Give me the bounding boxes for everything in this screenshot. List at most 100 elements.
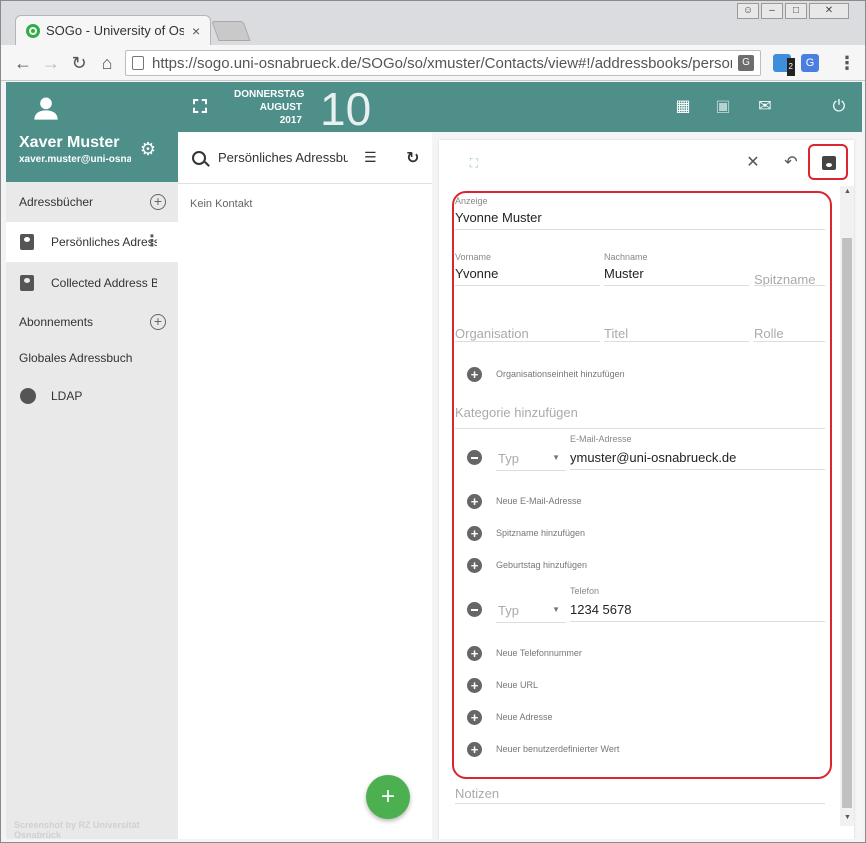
translate-icon[interactable]: G xyxy=(738,55,754,71)
sogo-app: Xaver Muster xaver.muster@uni-osnabrueck… xyxy=(6,82,862,839)
scrollbar-thumb[interactable] xyxy=(842,238,852,808)
field-underline xyxy=(455,285,600,286)
add-email-label: Neue E-Mail-Adresse xyxy=(496,496,582,506)
field-value: Muster xyxy=(604,266,644,281)
fullscreen-icon[interactable] xyxy=(193,99,207,113)
email-type-select[interactable]: Typ ▼ xyxy=(496,443,566,471)
add-custom-value-button[interactable]: + Neuer benutzerdefinierter Wert xyxy=(467,739,619,759)
save-highlight xyxy=(808,144,848,180)
tab-close-icon[interactable]: × xyxy=(192,23,200,39)
address-bar[interactable]: https://sogo.uni-osnabrueck.de/SOGo/so/x… xyxy=(125,50,761,76)
field-underline xyxy=(604,285,749,286)
field-placeholder: Kategorie hinzufügen xyxy=(455,405,578,420)
add-circle-icon: + xyxy=(467,493,482,509)
new-tab-button[interactable] xyxy=(211,21,251,41)
scroll-up-icon[interactable]: ▲ xyxy=(844,188,851,195)
sidebar-item-label: Persönliches Adressbuch xyxy=(51,235,157,249)
add-orgunit-label: Organisationseinheit hinzufügen xyxy=(496,369,625,379)
close-window-button[interactable]: ✕ xyxy=(809,3,849,19)
search-icon[interactable] xyxy=(192,150,206,165)
scroll-down-icon[interactable]: ▼ xyxy=(844,814,851,821)
sidebar-item-personal-addressbook[interactable]: Persönliches Adressbuch ⋮ xyxy=(6,222,178,262)
field-underline xyxy=(570,469,825,470)
addressbooks-section: Adressbücher + xyxy=(6,182,178,222)
expand-icon[interactable]: ⛶ xyxy=(465,154,483,172)
field-placeholder: Titel xyxy=(604,326,629,341)
sogo-favicon-icon xyxy=(26,23,40,38)
title-field[interactable]: Titel xyxy=(604,306,749,342)
user-name: Xaver Muster xyxy=(19,134,120,151)
add-orgunit-button[interactable]: + Organisationseinheit hinzufügen xyxy=(467,364,625,384)
calendar-icon[interactable]: ▦ xyxy=(674,98,692,116)
url-text: https://sogo.uni-osnabrueck.de/SOGo/so/x… xyxy=(152,54,732,72)
firstname-field[interactable]: Vorname Yvonne xyxy=(455,252,600,286)
sidebar-item-label: Collected Address Book xyxy=(51,276,157,290)
undo-icon[interactable]: ↶ xyxy=(782,154,800,172)
type-placeholder: Typ xyxy=(498,451,519,466)
display-name-field[interactable]: Anzeige Yvonne Muster xyxy=(455,196,825,230)
refresh-icon[interactable]: ↻ xyxy=(406,148,419,168)
extension-ghost-icon[interactable]: 2 xyxy=(773,54,795,76)
settings-gear-icon[interactable]: ⚙ xyxy=(138,139,158,159)
phone-type-select[interactable]: Typ ▼ xyxy=(496,595,566,623)
dropdown-arrow-icon: ▼ xyxy=(552,605,560,614)
app-topbar: DONNERSTAG AUGUST 2017 10 ▦ ▣ ✉ ⏻ xyxy=(178,82,862,135)
phone-field[interactable]: Telefon 1234 5678 xyxy=(570,586,825,622)
power-icon[interactable]: ⏻ xyxy=(830,98,848,116)
add-url-label: Neue URL xyxy=(496,680,539,690)
window-controls: ☺ – □ ✕ xyxy=(737,3,849,19)
add-phone-button[interactable]: + Neue Telefonnummer xyxy=(467,643,582,663)
field-underline xyxy=(455,341,600,342)
home-icon[interactable]: ⌂ xyxy=(95,51,119,75)
editor-scrollbar[interactable]: ▲ ▼ xyxy=(840,186,854,826)
notes-field[interactable]: Notizen xyxy=(455,780,825,804)
field-label: Anzeige xyxy=(455,196,488,206)
maximize-button[interactable]: □ xyxy=(785,3,807,19)
type-placeholder: Typ xyxy=(498,603,519,618)
field-underline xyxy=(604,341,749,342)
profile-icon[interactable]: ☺ xyxy=(737,3,759,19)
empty-list-text: Kein Kontakt xyxy=(190,198,253,210)
field-label: Telefon xyxy=(570,586,600,596)
lastname-field[interactable]: Nachname Muster xyxy=(604,252,749,286)
sidebar: Xaver Muster xaver.muster@uni-osnabrueck… xyxy=(6,82,178,839)
month: AUGUST xyxy=(259,102,302,113)
remove-phone-icon[interactable] xyxy=(467,602,482,617)
add-contact-button[interactable]: + xyxy=(366,775,410,819)
browser-tab[interactable]: SOGo - University of Osnabrück × xyxy=(15,15,211,45)
add-circle-icon: + xyxy=(467,557,482,573)
close-icon[interactable]: ✕ xyxy=(744,154,762,172)
subscriptions-section: Abonnements + xyxy=(6,302,178,342)
organisation-field[interactable]: Organisation xyxy=(455,306,600,342)
add-url-button[interactable]: + Neue URL xyxy=(467,675,538,695)
category-field[interactable]: Kategorie hinzufügen xyxy=(455,385,825,429)
reload-icon[interactable]: ↻ xyxy=(67,51,91,75)
list-title: Persönliches Adressbuch xyxy=(218,150,348,165)
sort-icon[interactable]: ☰ xyxy=(364,149,377,166)
sidebar-item-collected-addressbook[interactable]: Collected Address Book xyxy=(6,263,178,303)
add-email-button[interactable]: + Neue E-Mail-Adresse xyxy=(467,491,582,511)
browser-menu-icon[interactable]: ⋮ xyxy=(835,51,859,75)
email-field[interactable]: E-Mail-Adresse ymuster@uni-osnabrueck.de xyxy=(570,434,825,470)
remove-email-icon[interactable] xyxy=(467,450,482,465)
role-field[interactable]: Rolle xyxy=(754,306,825,342)
mail-icon[interactable]: ✉ xyxy=(756,98,774,116)
nickname-field[interactable]: Spitzname xyxy=(754,252,825,287)
add-addressbook-icon[interactable]: + xyxy=(150,194,166,210)
add-subscription-icon[interactable]: + xyxy=(150,314,166,330)
contact-list-pane: Persönliches Adressbuch ☰ ↻ Kein Kontakt… xyxy=(178,132,432,839)
add-birthday-button[interactable]: + Geburtstag hinzufügen xyxy=(467,555,587,575)
field-underline xyxy=(754,341,825,342)
addressbooks-label: Adressbücher xyxy=(19,195,94,209)
google-translate-extension-icon[interactable]: G xyxy=(801,54,819,72)
add-address-button[interactable]: + Neue Adresse xyxy=(467,707,553,727)
forward-arrow-icon[interactable]: → xyxy=(39,51,63,75)
contacts-icon[interactable]: ▣ xyxy=(714,98,732,116)
save-icon[interactable] xyxy=(822,156,836,170)
add-nickname-button[interactable]: + Spitzname hinzufügen xyxy=(467,523,585,543)
globe-icon xyxy=(20,388,36,404)
minimize-button[interactable]: – xyxy=(761,3,783,19)
sidebar-item-ldap[interactable]: LDAP xyxy=(6,376,178,416)
back-arrow-icon[interactable]: ← xyxy=(11,51,35,75)
more-vert-icon[interactable]: ⋮ xyxy=(144,234,160,250)
